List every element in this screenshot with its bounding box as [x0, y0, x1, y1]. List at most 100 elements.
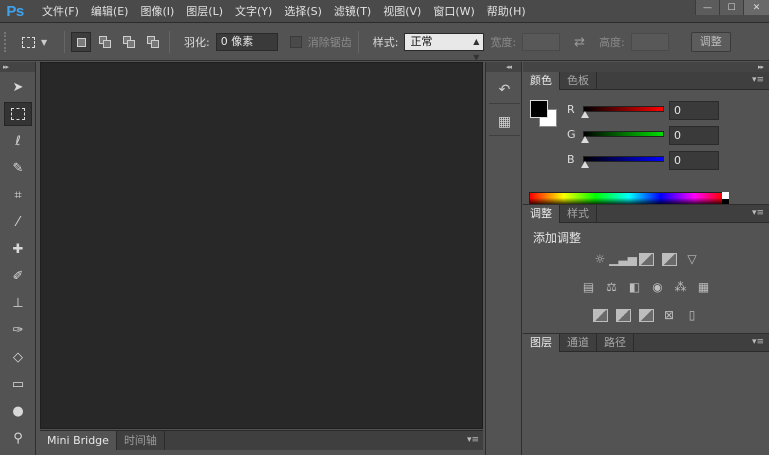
photo-filter-icon[interactable]: ◉: [649, 279, 667, 295]
green-value-input[interactable]: 0: [669, 126, 719, 145]
height-label: 高度:: [599, 36, 625, 49]
gradient-map-icon[interactable]: ▯: [683, 307, 701, 323]
foreground-color-swatch[interactable]: [530, 100, 548, 118]
width-label: 宽度:: [490, 36, 517, 49]
new-selection-button[interactable]: [71, 32, 91, 52]
tab-swatches[interactable]: 色板: [560, 72, 597, 90]
curves-icon[interactable]: [637, 251, 655, 267]
brightness-icon[interactable]: ☼: [591, 251, 609, 267]
minimize-button[interactable]: —: [695, 0, 719, 15]
add-selection-icon: [99, 36, 111, 48]
tab-styles[interactable]: 样式: [560, 205, 597, 223]
posterize-icon[interactable]: [614, 307, 632, 323]
invert-icon[interactable]: [591, 307, 609, 323]
tools-panel: ▸▸ ➤ ℓ ✎ ⌗ ⁄ ✚ ✐ ⊥ ✑ ◇ ▭ ● ⚲: [0, 62, 36, 455]
panel-menu-icon[interactable]: ▾≡: [752, 75, 764, 85]
menu-list: 文件(F) 编辑(E) 图像(I) 图层(L) 文字(Y) 选择(S) 滤镜(T…: [36, 0, 532, 23]
history-icon[interactable]: ↶: [489, 76, 520, 104]
adjustments-panel: 调整 样式 ▾≡ 添加调整 ☼ ▁▃▅ ▽ ▤ ⚖ ◧ ◉ ⁂ ▦ ⊠ ▯: [523, 204, 769, 332]
panel-menu-icon[interactable]: ▾≡: [752, 208, 764, 218]
red-slider-handle[interactable]: [581, 111, 589, 118]
collapse-panels-icon[interactable]: ▸▸: [523, 62, 769, 72]
red-value-input[interactable]: 0: [669, 101, 719, 120]
panel-menu-icon[interactable]: ▾≡: [467, 435, 479, 445]
tab-channels[interactable]: 通道: [560, 334, 597, 352]
tool-preset-picker[interactable]: ▼: [22, 36, 58, 48]
width-input[interactable]: [522, 33, 561, 51]
levels-icon[interactable]: ▁▃▅: [609, 251, 637, 267]
blue-slider-handle[interactable]: [581, 161, 589, 168]
menu-filter[interactable]: 滤镜(T): [328, 0, 377, 23]
collapse-icon[interactable]: ◂◂: [486, 62, 521, 72]
threshold-icon[interactable]: [637, 307, 655, 323]
red-channel-slider: R 0: [567, 101, 767, 123]
properties-icon[interactable]: ▦: [489, 108, 520, 136]
color-lookup-icon[interactable]: ▦: [695, 279, 713, 295]
menu-window[interactable]: 窗口(W): [427, 0, 480, 23]
blue-channel-slider: B 0: [567, 151, 767, 173]
menu-type[interactable]: 文字(Y): [229, 0, 278, 23]
subtract-selection-button[interactable]: [119, 32, 139, 52]
new-selection-icon: [76, 37, 86, 47]
tab-layers[interactable]: 图层: [523, 334, 560, 352]
layers-panel-tabs: 图层 通道 路径 ▾≡: [523, 334, 769, 352]
marquee-tool-icon[interactable]: [4, 102, 32, 126]
layers-panel: 图层 通道 路径 ▾≡: [523, 333, 769, 455]
blue-value-input[interactable]: 0: [669, 151, 719, 170]
menu-help[interactable]: 帮助(H): [481, 0, 532, 23]
eraser-tool-icon[interactable]: ◇: [4, 345, 32, 369]
channel-mixer-icon[interactable]: ⁂: [672, 279, 690, 295]
red-slider-track[interactable]: [583, 106, 664, 112]
close-button[interactable]: ✕: [743, 0, 769, 15]
menu-layer[interactable]: 图层(L): [180, 0, 229, 23]
menu-select[interactable]: 选择(S): [278, 0, 328, 23]
green-slider-handle[interactable]: [581, 136, 589, 143]
quick-select-tool-icon[interactable]: ✎: [4, 156, 32, 180]
antialias-checkbox[interactable]: [289, 36, 302, 48]
gradient-tool-icon[interactable]: ▭: [4, 372, 32, 396]
menu-image[interactable]: 图像(I): [134, 0, 180, 23]
panel-menu-icon[interactable]: ▾≡: [752, 337, 764, 347]
adjustment-row-3: ⊠ ▯: [523, 307, 769, 323]
healing-brush-tool-icon[interactable]: ✚: [4, 237, 32, 261]
menu-file[interactable]: 文件(F): [36, 0, 85, 23]
app-logo: Ps: [6, 2, 24, 20]
expand-icon[interactable]: ▸▸: [0, 62, 35, 72]
brush-tool-icon[interactable]: ✐: [4, 264, 32, 288]
tab-timeline[interactable]: 时间轴: [117, 431, 165, 450]
refine-edge-button[interactable]: 调整: [690, 32, 731, 52]
tab-adjustments[interactable]: 调整: [523, 205, 560, 223]
menu-edit[interactable]: 编辑(E): [85, 0, 135, 23]
lasso-tool-icon[interactable]: ℓ: [4, 129, 32, 153]
eyedropper-tool-icon[interactable]: ⁄: [4, 210, 32, 234]
black-white-icon[interactable]: ◧: [626, 279, 644, 295]
blur-tool-icon[interactable]: ●: [4, 399, 32, 423]
exposure-icon[interactable]: [660, 251, 678, 267]
clone-stamp-tool-icon[interactable]: ⊥: [4, 291, 32, 315]
blue-channel-label: B: [567, 153, 575, 166]
options-grip[interactable]: [4, 32, 8, 52]
swap-icon[interactable]: ⇄: [574, 35, 585, 50]
tab-color[interactable]: 颜色: [523, 72, 560, 90]
intersect-selection-button[interactable]: [143, 32, 163, 52]
blue-slider-track[interactable]: [583, 156, 664, 162]
style-select[interactable]: 正常 ▲ ▼: [404, 33, 485, 62]
tab-mini-bridge[interactable]: Mini Bridge: [40, 431, 117, 450]
antialias-label: 消除锯齿: [307, 36, 352, 49]
history-brush-tool-icon[interactable]: ✑: [4, 318, 32, 342]
vibrance-icon[interactable]: ▽: [683, 251, 701, 267]
dodge-tool-icon[interactable]: ⚲: [4, 426, 32, 450]
selective-color-icon[interactable]: ⊠: [660, 307, 678, 323]
height-input[interactable]: [630, 33, 669, 51]
add-selection-button[interactable]: [95, 32, 115, 52]
crop-tool-icon[interactable]: ⌗: [4, 183, 32, 207]
tab-paths[interactable]: 路径: [597, 334, 634, 352]
maximize-button[interactable]: ☐: [719, 0, 743, 15]
feather-input[interactable]: 0 像素: [215, 33, 278, 51]
document-canvas[interactable]: [40, 62, 483, 429]
move-tool-icon[interactable]: ➤: [4, 75, 32, 99]
color-balance-icon[interactable]: ⚖: [603, 279, 621, 295]
menu-view[interactable]: 视图(V): [377, 0, 427, 23]
hue-saturation-icon[interactable]: ▤: [580, 279, 598, 295]
green-slider-track[interactable]: [583, 131, 664, 137]
